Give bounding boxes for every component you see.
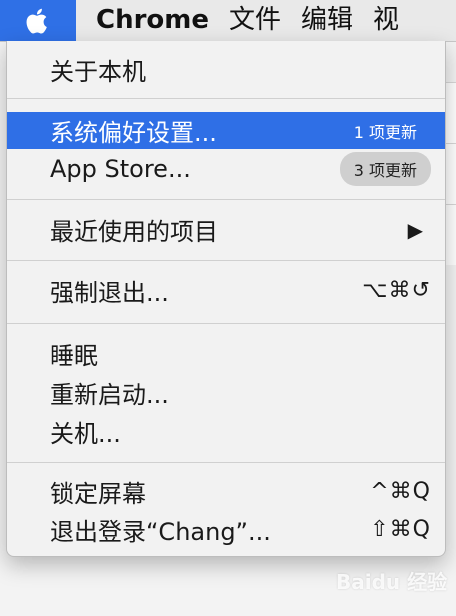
- menu-item-about[interactable]: 关于本机: [7, 51, 445, 88]
- menu-item-logout[interactable]: 退出登录“Chang”... ⇧⌘Q: [7, 511, 445, 548]
- menu-item-label: App Store...: [50, 154, 191, 183]
- menu-item-restart[interactable]: 重新启动...: [7, 374, 445, 411]
- menu-item-label: 锁定屏幕: [50, 480, 146, 508]
- keyboard-shortcut: ⌥⌘↺: [362, 278, 431, 303]
- update-badge: 3 项更新: [339, 151, 431, 186]
- menu-item-sleep[interactable]: 睡眠: [7, 335, 445, 372]
- menubar-item-file[interactable]: 文件: [229, 0, 281, 41]
- menu-item-force-quit[interactable]: 强制退出... ⌥⌘↺: [7, 272, 445, 309]
- apple-icon: [26, 8, 47, 33]
- menu-item-system-preferences[interactable]: 系统偏好设置... 1 项更新: [7, 112, 445, 149]
- menu-separator: [7, 199, 445, 200]
- menu-item-label: 最近使用的项目: [50, 218, 218, 246]
- apple-dropdown-menu: 关于本机 系统偏好设置... 1 项更新 App Store... 3 项更新 …: [6, 41, 446, 557]
- menubar-item-edit[interactable]: 编辑: [301, 0, 353, 41]
- menu-item-label: 系统偏好设置...: [50, 119, 217, 147]
- menu-item-label: 睡眠: [50, 342, 98, 370]
- baidu-watermark: Baidu 经验: [336, 570, 448, 594]
- menu-item-label: 强制退出...: [50, 279, 169, 307]
- menu-item-recent-items[interactable]: 最近使用的项目 ▶: [7, 211, 445, 248]
- menu-separator: [7, 98, 445, 99]
- keyboard-shortcut: ⇧⌘Q: [370, 517, 431, 542]
- submenu-arrow-icon: ▶: [407, 217, 423, 242]
- menu-separator: [7, 260, 445, 261]
- menu-separator: [7, 323, 445, 324]
- menu-item-app-store[interactable]: App Store... 3 项更新: [7, 150, 445, 187]
- menu-item-label: 关机...: [50, 420, 121, 448]
- background-strip: [445, 143, 456, 204]
- apple-menu-button[interactable]: [0, 0, 76, 41]
- menu-item-label: 重新启动...: [50, 381, 169, 409]
- menu-bar: Chrome 文件 编辑 视: [0, 0, 456, 42]
- menu-separator: [7, 462, 445, 463]
- menu-item-label: 关于本机: [50, 58, 146, 86]
- menu-item-lock-screen[interactable]: 锁定屏幕 ^⌘Q: [7, 473, 445, 510]
- background-strip: [445, 204, 456, 265]
- background-strip: [445, 82, 456, 143]
- menu-item-label: 退出登录“Chang”...: [50, 518, 271, 546]
- update-badge: 1 项更新: [353, 122, 417, 142]
- menubar-item-view[interactable]: 视: [373, 0, 399, 41]
- keyboard-shortcut: ^⌘Q: [370, 479, 431, 504]
- menu-item-shutdown[interactable]: 关机...: [7, 413, 445, 450]
- menubar-app-name[interactable]: Chrome: [96, 0, 209, 41]
